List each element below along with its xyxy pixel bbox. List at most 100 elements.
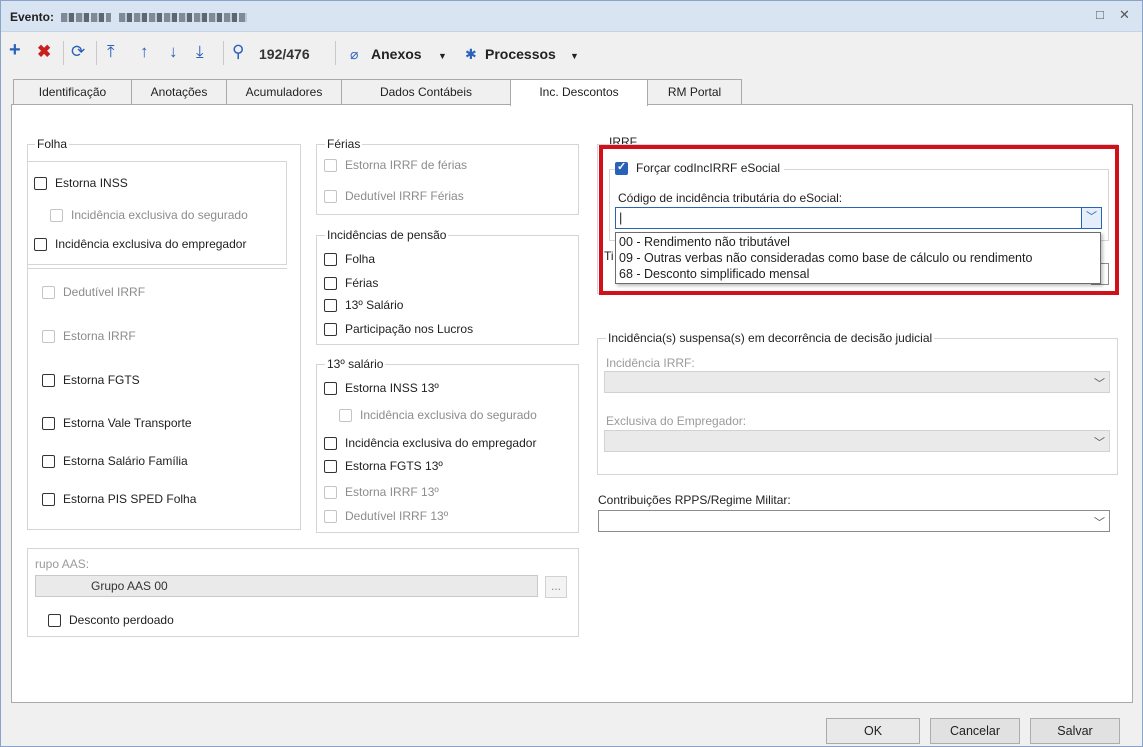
tab-identificacao[interactable]: Identificação (13, 79, 132, 105)
hidden-type-label: Ti (604, 249, 614, 263)
aas-group-field[interactable]: Grupo AAS 00 (35, 575, 538, 597)
save-button[interactable]: Salvar (1030, 718, 1120, 744)
dropdown-option[interactable]: 00 - Rendimento não tributável (619, 235, 790, 249)
checkbox-label: Dedutível IRRF 13º (345, 509, 449, 523)
refresh-icon[interactable]: ⟳ (71, 42, 85, 62)
estorna-pis-sped-checkbox[interactable]: Estorna PIS SPED Folha (42, 492, 196, 506)
estorna-inss-13-checkbox[interactable]: Estorna INSS 13º (324, 381, 439, 395)
tab-rm-portal[interactable]: RM Portal (647, 79, 742, 105)
tab-inc-descontos[interactable]: Inc. Descontos (510, 79, 648, 106)
checkbox-label: Forçar codIncIRRF eSocial (636, 161, 781, 175)
checkbox-label: Estorna INSS 13º (345, 381, 439, 395)
checkbox-checked-icon (615, 160, 628, 175)
rpps-label: Contribuições RPPS/Regime Militar: (598, 493, 791, 507)
dropdown-option[interactable]: 68 - Desconto simplificado mensal (619, 267, 809, 281)
force-irrf-checkbox[interactable]: Forçar codIncIRRF eSocial (615, 160, 785, 175)
gear-icon[interactable]: ✱ (465, 44, 477, 64)
checkbox-label: Desconto perdoado (69, 613, 174, 627)
decimo-incidencia-empregador-checkbox[interactable]: Incidência exclusiva do empregador (324, 436, 536, 450)
suspensa-empregador-label: Exclusiva do Empregador: (606, 414, 747, 428)
chevron-down-icon: ﹀ (1094, 517, 1105, 529)
checkbox-label: Participação nos Lucros (345, 322, 474, 336)
checkbox-label: Estorna IRRF 13º (345, 485, 439, 499)
estorna-irrf-checkbox[interactable]: Estorna IRRF (42, 329, 136, 343)
suspensa-legend: Incidência(s) suspensa(s) em decorrência… (606, 331, 935, 345)
tab-dados-contabeis[interactable]: Dados Contábeis (341, 79, 511, 105)
toolbar-separator (96, 41, 97, 65)
window-title-label: Evento: (10, 10, 55, 24)
record-position: 192/476 (259, 46, 310, 62)
estorna-inss-checkbox[interactable]: Estorna INSS (34, 176, 128, 190)
attachments-menu[interactable]: Anexos (371, 44, 422, 64)
estorna-salario-familia-checkbox[interactable]: Estorna Salário Família (42, 454, 188, 468)
desconto-perdoado-checkbox[interactable]: Desconto perdoado (48, 613, 174, 627)
estorna-irrf-13-checkbox[interactable]: Estorna IRRF 13º (324, 485, 439, 499)
pensao-13-salario-checkbox[interactable]: 13º Salário (324, 298, 403, 312)
tab-acumuladores[interactable]: Acumuladores (226, 79, 342, 105)
checkbox-label: Estorna FGTS (63, 373, 140, 387)
estorna-irrf-ferias-checkbox[interactable]: Estorna IRRF de férias (324, 158, 467, 172)
pensao-ferias-checkbox[interactable]: Férias (324, 276, 378, 290)
dedutivel-irrf-checkbox[interactable]: Dedutível IRRF (42, 285, 145, 299)
delete-icon[interactable]: ✖ (37, 42, 51, 62)
pensao-participacao-lucros-checkbox[interactable]: Participação nos Lucros (324, 322, 473, 336)
checkbox-label: Férias (345, 276, 379, 290)
folha-incidencia-segurado-checkbox[interactable]: Incidência exclusiva do segurado (50, 208, 248, 222)
incidence-code-label: Código de incidência tributária do eSoci… (618, 191, 843, 205)
paperclip-icon[interactable]: ⌀ (350, 44, 358, 64)
estorna-vale-transporte-checkbox[interactable]: Estorna Vale Transporte (42, 416, 192, 430)
dedutivel-irrf-13-checkbox[interactable]: Dedutível IRRF 13º (324, 509, 448, 523)
chevron-down-icon[interactable]: ▼ (438, 46, 447, 66)
ferias-legend: Férias (325, 137, 363, 151)
event-window: Evento: □ ✕ + ✖ ⟳ ⤒ ↑ ↓ ⤓ ⚲ 192/476 ⌀ An… (0, 0, 1143, 747)
processes-menu[interactable]: Processos (485, 44, 556, 64)
checkbox-label: Incidência exclusiva do empregador (55, 237, 247, 251)
pensao-folha-checkbox[interactable]: Folha (324, 252, 375, 266)
close-icon[interactable]: ✕ (1119, 7, 1130, 23)
chevron-down-icon[interactable]: ﹀ (1081, 208, 1101, 228)
estorna-fgts-checkbox[interactable]: Estorna FGTS (42, 373, 140, 387)
next-record-icon[interactable]: ↓ (169, 42, 178, 62)
tab-anotacoes[interactable]: Anotações (131, 79, 227, 105)
redacted-event-name (118, 13, 247, 23)
folha-incidencia-empregador-checkbox[interactable]: Incidência exclusiva do empregador (34, 237, 246, 251)
checkbox-label: Incidência exclusiva do empregador (345, 436, 537, 450)
incidence-code-combobox[interactable]: | ﹀ (615, 207, 1102, 229)
ok-button[interactable]: OK (826, 718, 920, 744)
window-title: Evento: (10, 10, 247, 24)
checkbox-label: Folha (345, 252, 376, 266)
toolbar-separator (335, 41, 336, 65)
incidence-code-dropdown-list: 00 - Rendimento não tributável 09 - Outr… (615, 232, 1101, 284)
toolbar-separator (223, 41, 224, 65)
estorna-fgts-13-checkbox[interactable]: Estorna FGTS 13º (324, 459, 443, 473)
checkbox-label: Estorna Vale Transporte (63, 416, 192, 430)
ferias-group (316, 144, 579, 215)
cancel-button[interactable]: Cancelar (930, 718, 1020, 744)
suspensa-irrf-combobox[interactable]: ﹀ (604, 371, 1110, 393)
last-record-icon[interactable]: ⤓ (196, 42, 204, 62)
decimo-incidencia-segurado-checkbox[interactable]: Incidência exclusiva do segurado (339, 408, 537, 422)
suspensa-empregador-combobox[interactable]: ﹀ (604, 430, 1110, 452)
previous-record-icon[interactable]: ↑ (140, 42, 149, 62)
rpps-combobox[interactable]: ﹀ (598, 510, 1110, 532)
title-bar: Evento: □ ✕ (1, 1, 1142, 32)
checkbox-label: Dedutível IRRF Férias (345, 189, 464, 203)
checkbox-label: Incidência exclusiva do segurado (71, 208, 248, 222)
add-icon[interactable]: + (9, 40, 21, 60)
chevron-down-icon[interactable]: ▼ (570, 46, 579, 66)
aas-group-value: Grupo AAS 00 (91, 579, 168, 593)
aas-browse-button[interactable]: ... (545, 576, 567, 598)
checkbox-label: Estorna IRRF (63, 329, 136, 343)
aas-label: rupo AAS: (35, 557, 90, 571)
dedutivel-irrf-ferias-checkbox[interactable]: Dedutível IRRF Férias (324, 189, 464, 203)
first-record-icon[interactable]: ⤒ (107, 42, 115, 62)
decimo-terceiro-legend: 13º salário (325, 357, 386, 371)
restore-icon[interactable]: □ (1096, 7, 1104, 22)
folha-legend: Folha (35, 137, 70, 151)
checkbox-label: 13º Salário (345, 298, 404, 312)
combobox-caret: | (619, 210, 623, 225)
search-icon[interactable]: ⚲ (232, 42, 244, 62)
checkbox-label: Estorna FGTS 13º (345, 459, 443, 473)
checkbox-label: Estorna PIS SPED Folha (63, 492, 197, 506)
dropdown-option[interactable]: 09 - Outras verbas não consideradas como… (619, 251, 1032, 265)
